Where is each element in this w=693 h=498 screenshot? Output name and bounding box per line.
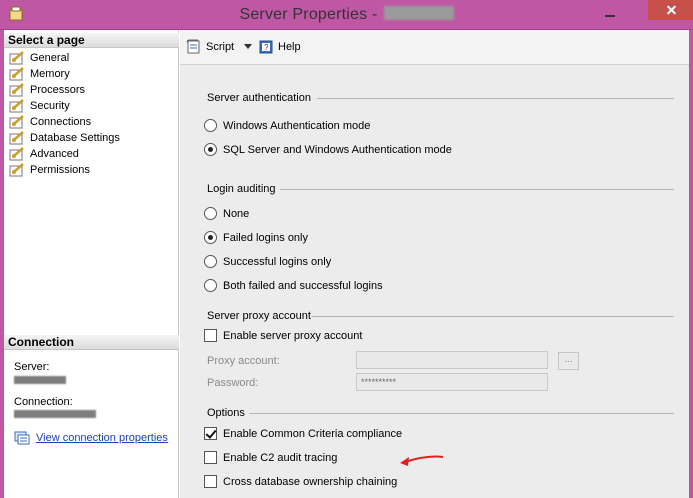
audit-none-radio[interactable]: None (204, 207, 249, 220)
server-authentication-title: Server authentication (207, 92, 311, 104)
c2-audit-tracing-checkbox[interactable]: Enable C2 audit tracing (204, 451, 337, 464)
page-label: General (30, 52, 70, 64)
checkbox-icon (204, 451, 217, 464)
audit-failed-logins-radio[interactable]: Failed logins only (204, 231, 308, 244)
title-bar: Server Properties - (0, 0, 693, 30)
audit-both-logins-radio[interactable]: Both failed and successful logins (204, 279, 383, 292)
radio-selected-icon (204, 143, 217, 156)
cross-database-ownership-chaining-checkbox[interactable]: Cross database ownership chaining (204, 475, 397, 488)
windows-authentication-radio[interactable]: Windows Authentication mode (204, 119, 370, 132)
enable-server-proxy-account-checkbox[interactable]: Enable server proxy account (204, 329, 362, 342)
radio-icon (204, 207, 217, 220)
view-connection-properties-link[interactable]: View connection properties (14, 431, 168, 445)
server-proxy-account-title: Server proxy account (207, 310, 311, 322)
page-label: Advanced (30, 148, 79, 160)
option-label: Cross database ownership chaining (223, 475, 398, 488)
page-wrench-icon (9, 131, 24, 145)
option-label: None (223, 207, 250, 220)
proxy-account-label: Proxy account: (207, 355, 280, 367)
svg-text:?: ? (264, 43, 269, 52)
script-dropdown-arrow-icon[interactable] (244, 44, 252, 49)
sql-and-windows-authentication-radio[interactable]: SQL Server and Windows Authentication mo… (204, 143, 452, 156)
option-label: Failed logins only (223, 231, 308, 244)
radio-icon (204, 279, 217, 292)
option-label: Enable server proxy account (223, 329, 363, 342)
page-item-permissions[interactable]: Permissions (9, 162, 120, 178)
page-item-advanced[interactable]: Advanced (9, 146, 120, 162)
options-title: Options (207, 407, 245, 419)
help-label: Help (278, 41, 301, 53)
option-label: Successful logins only (223, 255, 332, 268)
security-page-content: Server authentication Windows Authentica… (180, 66, 689, 498)
option-label: Both failed and successful logins (223, 279, 383, 292)
page-item-connections[interactable]: Connections (9, 114, 120, 130)
proxy-account-browse-button[interactable]: ... (558, 352, 579, 370)
group-divider (249, 413, 674, 414)
audit-successful-logins-radio[interactable]: Successful logins only (204, 255, 331, 268)
page-item-general[interactable]: General (9, 50, 120, 66)
redacted-connection-value (14, 410, 96, 418)
group-divider (317, 98, 674, 99)
annotation-arrow-icon (400, 455, 444, 466)
toolbar: Script ? Help (180, 30, 689, 65)
page-wrench-icon (9, 83, 24, 97)
page-item-database-settings[interactable]: Database Settings (9, 130, 120, 146)
minimize-button[interactable] (598, 4, 622, 22)
radio-icon (204, 255, 217, 268)
right-pane: Script ? Help Server authentication Wind… (180, 30, 689, 498)
group-divider (312, 316, 674, 317)
page-item-memory[interactable]: Memory (9, 66, 120, 82)
checkbox-icon (204, 475, 217, 488)
option-label: Windows Authentication mode (223, 119, 371, 132)
common-criteria-compliance-checkbox[interactable]: Enable Common Criteria compliance (204, 427, 402, 440)
option-label: Enable Common Criteria compliance (223, 427, 403, 440)
page-wrench-icon (9, 99, 24, 113)
view-connection-properties-label: View connection properties (36, 432, 168, 444)
left-pane: Select a page General Memory Processors … (4, 30, 179, 498)
page-wrench-icon (9, 51, 24, 65)
script-button[interactable]: Script (186, 39, 234, 55)
page-label: Permissions (30, 164, 90, 176)
checkbox-checked-icon (204, 427, 217, 440)
page-label: Processors (30, 84, 86, 96)
help-button[interactable]: ? Help (258, 39, 301, 55)
password-label: Password: (207, 377, 259, 389)
option-label: Enable C2 audit tracing (223, 451, 338, 464)
page-wrench-icon (9, 115, 24, 129)
page-item-security[interactable]: Security (9, 98, 120, 114)
group-divider (280, 189, 674, 190)
password-input[interactable]: ********** (356, 373, 548, 391)
connection-properties-icon (14, 431, 30, 445)
close-button[interactable] (648, 0, 693, 20)
checkbox-icon (204, 329, 217, 342)
page-item-processors[interactable]: Processors (9, 82, 120, 98)
redacted-server-name (383, 6, 454, 20)
page-wrench-icon (9, 147, 24, 161)
radio-selected-icon (204, 231, 217, 244)
radio-icon (204, 119, 217, 132)
page-wrench-icon (9, 67, 24, 81)
page-label: Security (30, 100, 70, 112)
window-title: Server Properties - (0, 6, 693, 24)
page-list: General Memory Processors Security Conne… (9, 50, 120, 178)
redacted-server-value (14, 376, 66, 384)
help-icon: ? (259, 40, 273, 54)
window-frame-right (689, 30, 693, 498)
page-label: Connections (30, 116, 92, 128)
script-icon (186, 39, 200, 54)
script-label: Script (206, 41, 235, 53)
select-page-header: Select a page (4, 33, 179, 48)
page-label: Database Settings (30, 132, 120, 144)
login-auditing-title: Login auditing (207, 183, 276, 195)
server-label: Server: (14, 361, 50, 373)
proxy-account-input[interactable] (356, 351, 548, 369)
page-label: Memory (30, 68, 70, 80)
connection-label: Connection: (14, 396, 73, 408)
window-title-text: Server Properties - (239, 6, 378, 23)
option-label: SQL Server and Windows Authentication mo… (223, 143, 452, 156)
page-wrench-icon (9, 163, 24, 177)
connection-header: Connection (4, 335, 179, 350)
